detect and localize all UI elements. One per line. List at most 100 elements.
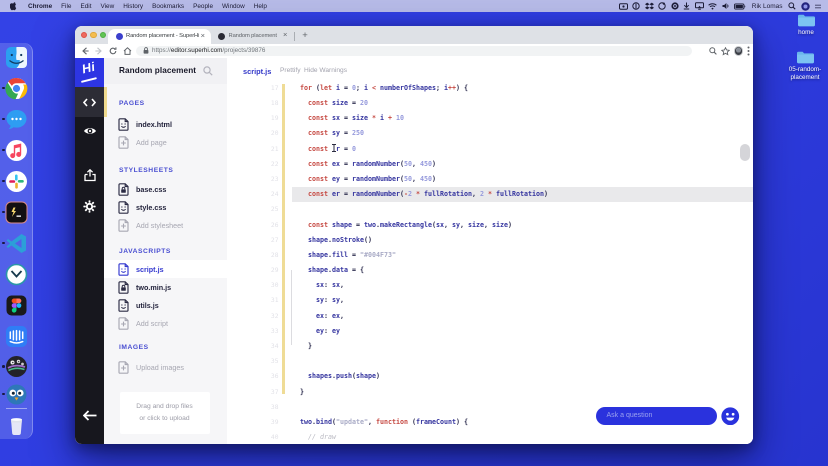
code-area[interactable]: 17 for (let i = 0; i < numberOfShapes; i+… bbox=[227, 84, 753, 444]
address-bar[interactable]: https://editor.superhi.com/projects/3987… bbox=[136, 46, 692, 56]
dropbox-icon[interactable] bbox=[644, 2, 654, 10]
display-icon[interactable] bbox=[694, 2, 704, 10]
menu-chrome[interactable]: Chrome bbox=[28, 3, 52, 10]
superhi-logo[interactable]: Hi bbox=[75, 58, 104, 87]
file-row-upload-images[interactable]: Upload images bbox=[104, 358, 227, 376]
file-row-index.html[interactable]: index.html bbox=[104, 115, 227, 133]
code-line-31[interactable]: 31 sy: sy, bbox=[227, 293, 753, 308]
menu-history[interactable]: History bbox=[123, 3, 143, 10]
tab-close-icon[interactable]: × bbox=[283, 31, 287, 39]
battery-icon[interactable] bbox=[734, 2, 746, 10]
menu-edit[interactable]: Edit bbox=[80, 3, 91, 10]
siri-icon[interactable] bbox=[800, 1, 810, 11]
spotlight-search-icon[interactable] bbox=[788, 2, 796, 10]
zoom-icon[interactable] bbox=[708, 47, 717, 55]
circle-status-icon[interactable] bbox=[632, 2, 640, 10]
desktop-folder-project[interactable]: 05-random- placement bbox=[779, 50, 828, 81]
file-row-style.css[interactable]: style.css bbox=[104, 198, 227, 216]
menu-help[interactable]: Help bbox=[254, 3, 267, 10]
dock-figma-icon[interactable] bbox=[5, 294, 28, 317]
code-line-18[interactable]: 18 const size = 20 bbox=[227, 96, 753, 111]
sidebar-settings-button[interactable] bbox=[75, 191, 104, 221]
file-row-base.css[interactable]: base.css bbox=[104, 180, 227, 198]
file-row-script.js[interactable]: script.js bbox=[104, 260, 227, 278]
code-line-28[interactable]: 28 shape.fill = "#004F73" bbox=[227, 248, 753, 263]
dark-app-icon[interactable] bbox=[671, 2, 679, 10]
bookmark-star-icon[interactable] bbox=[720, 46, 730, 56]
home-button[interactable] bbox=[120, 44, 134, 58]
file-row-add-script[interactable]: Add script bbox=[104, 314, 227, 332]
dock-intercom-icon[interactable] bbox=[5, 325, 28, 348]
code-line-25[interactable]: 25 bbox=[227, 202, 753, 217]
dock-slack-icon[interactable] bbox=[5, 170, 28, 193]
sidebar-preview-button[interactable] bbox=[75, 116, 104, 146]
code-line-32[interactable]: 32 ex: ex, bbox=[227, 309, 753, 324]
code-line-22[interactable]: 22 const ex = randomNumber(50, 450) bbox=[227, 157, 753, 172]
chrome-menu-icon[interactable] bbox=[747, 46, 750, 56]
menu-window[interactable]: Window bbox=[222, 3, 245, 10]
code-line-20[interactable]: 20 const sy = 250 bbox=[227, 126, 753, 141]
dock-music-icon[interactable] bbox=[5, 139, 28, 162]
dock-chrome-icon[interactable] bbox=[5, 77, 28, 100]
code-line-26[interactable]: 26 const shape = two.makeRectangle(sx, s… bbox=[227, 218, 753, 233]
close-window-button[interactable] bbox=[80, 31, 87, 39]
code-line-27[interactable]: 27 shape.noStroke() bbox=[227, 233, 753, 248]
screen-record-icon[interactable] bbox=[618, 2, 628, 10]
dock-trash-icon[interactable] bbox=[5, 414, 28, 437]
code-line-24[interactable]: 24 const er = randomNumber(-2 * fullRota… bbox=[227, 187, 753, 203]
code-line-30[interactable]: 30 sx: sx, bbox=[227, 278, 753, 293]
dock-finder-icon[interactable] bbox=[5, 46, 28, 69]
file-row-utils.js[interactable]: utils.js bbox=[104, 296, 227, 314]
editor-scrollbar[interactable] bbox=[739, 144, 750, 161]
back-button[interactable] bbox=[78, 44, 92, 58]
dock-record-disc-icon[interactable] bbox=[5, 355, 28, 378]
new-tab-button[interactable]: + bbox=[299, 30, 311, 42]
code-line-36[interactable]: 36 shapes.push(shape) bbox=[227, 369, 753, 384]
code-line-40[interactable]: 40 // draw bbox=[227, 430, 753, 444]
wifi-icon[interactable] bbox=[708, 2, 718, 10]
minimize-window-button[interactable] bbox=[90, 31, 97, 39]
apple-menu-icon[interactable] bbox=[10, 1, 18, 11]
upload-dropzone[interactable]: Drag and drop files or click to upload bbox=[119, 391, 210, 434]
code-line-21[interactable]: 21 const r = 0 bbox=[227, 142, 753, 157]
zoom-window-button[interactable] bbox=[99, 31, 106, 39]
download-arrow-icon[interactable] bbox=[683, 2, 690, 10]
forward-button[interactable] bbox=[92, 44, 106, 58]
ask-question-button[interactable]: Ask a question bbox=[595, 407, 717, 425]
dock-messages-icon[interactable] bbox=[5, 108, 28, 131]
clock-status-icon[interactable] bbox=[658, 2, 666, 10]
volume-icon[interactable] bbox=[722, 2, 730, 10]
code-line-34[interactable]: 34 } bbox=[227, 339, 753, 354]
tab-close-icon[interactable]: × bbox=[201, 32, 205, 40]
dock-terminal-icon[interactable] bbox=[5, 201, 28, 224]
profile-avatar[interactable] bbox=[733, 46, 743, 56]
menu-view[interactable]: View bbox=[100, 3, 114, 10]
dock-vscode-icon[interactable] bbox=[5, 232, 28, 255]
sidebar-code-button[interactable] bbox=[75, 87, 104, 117]
menu-people[interactable]: People bbox=[193, 3, 213, 10]
help-smiley-button[interactable] bbox=[721, 406, 740, 426]
code-line-37[interactable]: 37} bbox=[227, 385, 753, 400]
dock-clock-app-icon[interactable] bbox=[5, 263, 28, 286]
code-line-33[interactable]: 33 ey: ey bbox=[227, 324, 753, 339]
code-line-35[interactable]: 35 bbox=[227, 354, 753, 369]
search-icon[interactable] bbox=[203, 66, 213, 76]
code-line-23[interactable]: 23 const ey = randomNumber(50, 450) bbox=[227, 172, 753, 187]
sidebar-share-button[interactable] bbox=[75, 160, 104, 190]
code-line-29[interactable]: 29 shape.data = { bbox=[227, 263, 753, 278]
dock-tweetbot-icon[interactable] bbox=[5, 383, 28, 406]
menu-bar-username[interactable]: Rik Lomas bbox=[752, 3, 783, 10]
menu-file[interactable]: File bbox=[61, 3, 71, 10]
reload-button[interactable] bbox=[106, 44, 120, 58]
prettify-button[interactable]: Prettify bbox=[280, 67, 301, 74]
tab-active[interactable]: Random placement - SuperHi × bbox=[108, 28, 211, 44]
tab-inactive[interactable]: Random placement bbox=[214, 29, 292, 45]
file-row-two.min.js[interactable]: two.min.js bbox=[104, 278, 227, 296]
menu-bookmarks[interactable]: Bookmarks bbox=[152, 3, 184, 10]
desktop-folder-home[interactable]: home bbox=[780, 13, 828, 37]
back-arrow-button[interactable] bbox=[75, 400, 104, 430]
code-line-19[interactable]: 19 const sx = size * i + 10 bbox=[227, 111, 753, 126]
notification-center-icon[interactable] bbox=[814, 3, 822, 10]
file-row-add-stylesheet[interactable]: Add stylesheet bbox=[104, 216, 227, 234]
file-row-add-page[interactable]: Add page bbox=[104, 133, 227, 151]
